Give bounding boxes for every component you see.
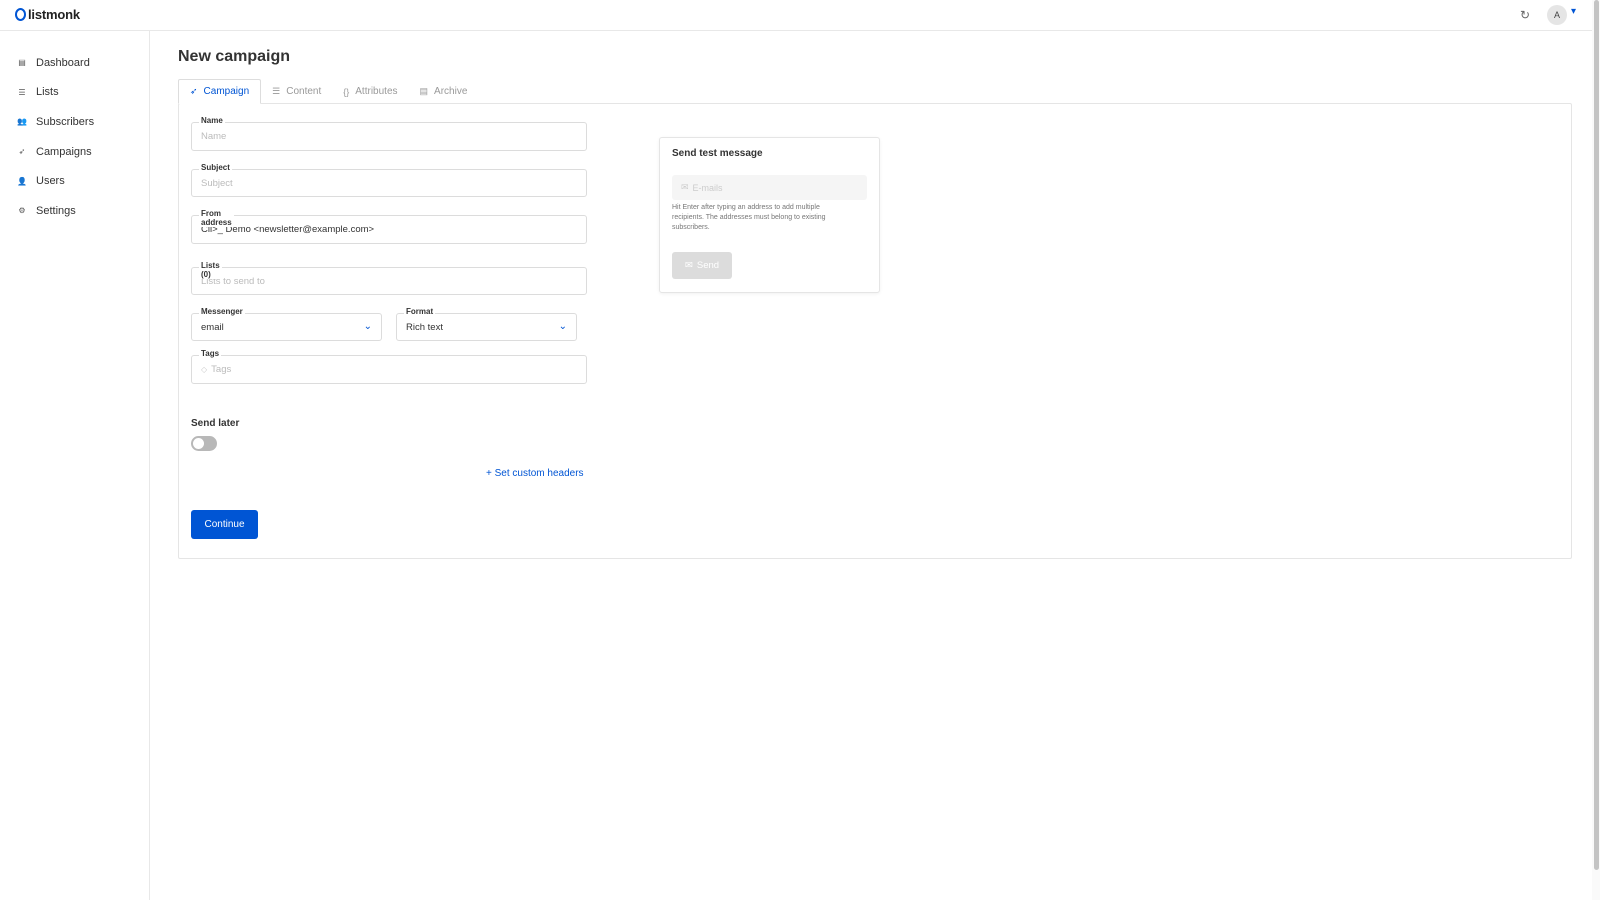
tag-icon: ◇ [201,365,208,374]
sidebar-item-label: Dashboard [36,56,90,69]
sidebar-item-users[interactable]: 👤 Users [0,166,149,196]
campaign-tabs: ➶ Campaign ☰ Content {} Attributes ▤ Arc… [178,79,478,104]
send-test-message-card: Send test message ✉ E-mails Hit Enter af… [659,137,880,293]
tags-input[interactable]: ◇ Tags [191,355,587,384]
sidebar-item-lists[interactable]: ☰ Lists [0,78,149,108]
users-icon: 👥 [17,117,27,127]
send-later-label: Send later [191,418,240,429]
set-custom-headers-link[interactable]: + Set custom headers [486,468,584,479]
send-button-label: Send [696,260,720,271]
sidebar-item-label: Subscribers [36,115,95,128]
scrollbar-thumb[interactable] [1594,0,1599,870]
tab-archive[interactable]: ▤ Archive [409,79,479,104]
sidebar-item-settings[interactable]: ⚙ Settings [0,196,149,226]
format-select[interactable]: Rich text ⌄ [396,313,577,341]
rocket-icon: ➶ [190,86,198,96]
field-label: Lists (0) [199,261,222,279]
sidebar-item-campaigns[interactable]: ➶ Campaigns [0,137,149,167]
user-icon: 👤 [17,176,27,186]
logo-text: listmonk [28,7,80,22]
card-title: Send test message [672,148,763,159]
messenger-value: email [201,321,224,333]
rocket-icon: ➶ [18,147,26,157]
tab-label: Attributes [355,86,398,97]
mail-icon: ✉ [681,182,689,192]
refresh-icon[interactable]: ↻ [1520,8,1530,22]
subject-input[interactable]: Subject [191,169,587,197]
field-label: Tags [199,349,222,358]
sidebar-item-label: Settings [36,204,76,217]
sidebar-item-label: Users [36,175,65,188]
field-label: Subject [199,163,232,172]
send-test-button[interactable]: ✉ Send [672,252,732,279]
tab-label: Campaign [203,86,250,97]
text-lines-icon: ☰ [272,86,281,96]
app-logo[interactable]: listmonk [15,7,80,22]
field-label: From address [199,209,234,227]
tab-attributes[interactable]: {} Attributes [332,79,408,104]
top-navbar: listmonk ↻ A ▾ [0,0,1592,31]
format-value: Rich text [406,321,443,333]
field-label: Messenger [199,307,245,316]
sidebar-item-label: Campaigns [36,145,92,158]
emails-placeholder: E-mails [692,182,723,193]
sidebar-item-subscribers[interactable]: 👥 Subscribers [0,107,149,137]
toggle-knob [193,438,204,449]
archive-icon: ▤ [419,86,429,96]
tab-label: Archive [434,86,468,97]
chevron-down-icon[interactable]: ▾ [1571,6,1576,17]
list-icon: ☰ [18,87,26,97]
page-title: New campaign [178,48,291,65]
help-text: Hit Enter after typing an address to add… [672,204,826,231]
sidebar-item-dashboard[interactable]: ▤ Dashboard [0,48,149,78]
name-input[interactable]: Name [191,122,587,151]
field-label: Name [199,116,225,125]
avatar[interactable]: A [1547,5,1567,25]
braces-icon: {} [343,86,350,97]
sidebar: ▤ Dashboard ☰ Lists 👥 Subscribers ➶ Camp… [0,31,150,900]
field-label: Format [404,307,436,316]
gear-icon: ⚙ [18,206,26,216]
lists-input[interactable]: Lists to send to [191,267,587,295]
sidebar-item-label: Lists [36,86,59,99]
tags-placeholder: Tags [211,364,232,375]
tab-label: Content [286,86,322,97]
logo-ring-icon [15,8,26,21]
send-icon: ✉ [684,260,693,271]
chevron-down-icon: ⌄ [558,321,567,332]
messenger-select[interactable]: email ⌄ [191,313,382,341]
tab-content[interactable]: ☰ Content [261,79,332,104]
continue-button[interactable]: Continue [191,510,258,539]
chevron-down-icon: ⌄ [363,321,372,332]
tab-campaign[interactable]: ➶ Campaign [178,79,262,104]
send-later-toggle[interactable] [191,436,217,451]
from-address-input[interactable]: Cli>_ Demo <newsletter@example.com> [191,215,587,244]
emails-input[interactable]: ✉ E-mails [672,175,867,200]
dashboard-icon: ▤ [18,58,26,68]
